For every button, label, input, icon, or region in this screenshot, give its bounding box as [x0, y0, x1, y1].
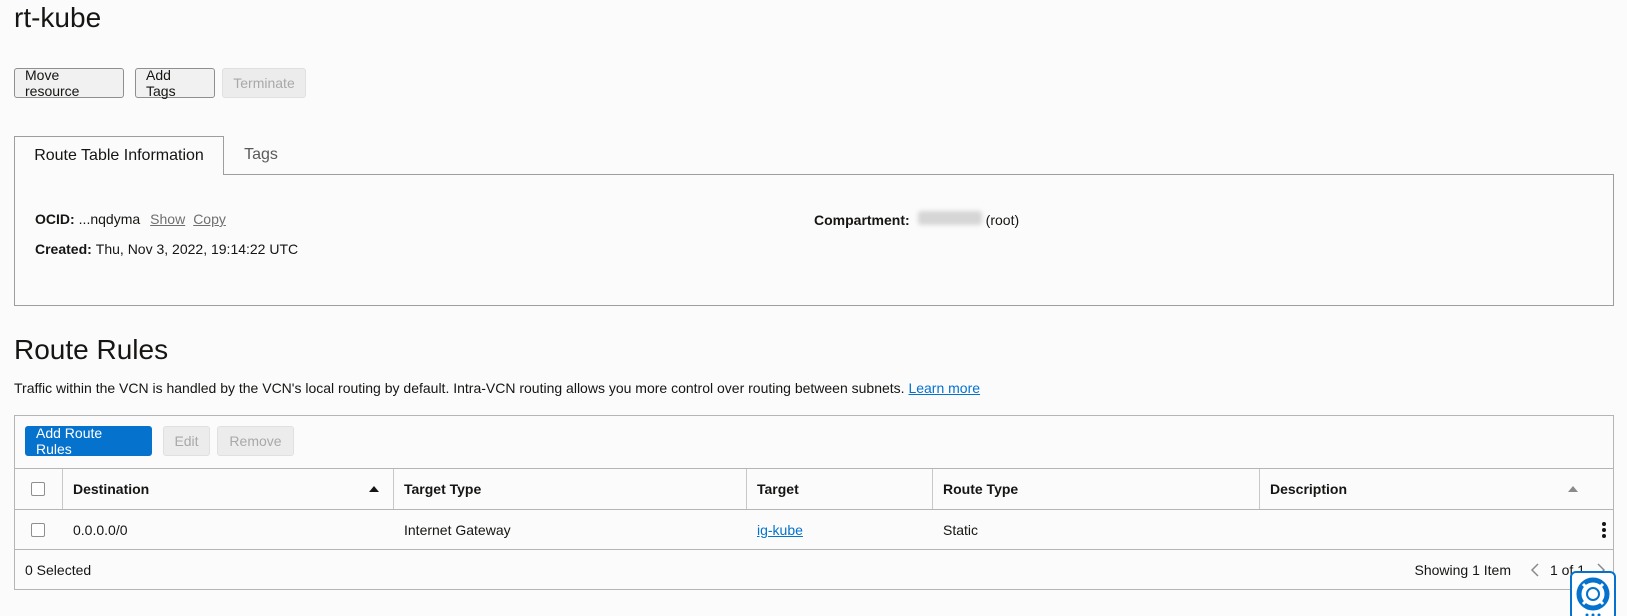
chevron-left-icon[interactable] — [1527, 562, 1543, 578]
table-footer: 0 Selected Showing 1 Item 1 of 1 — [15, 550, 1613, 590]
page-title: rt-kube — [14, 2, 102, 33]
tab-tags[interactable]: Tags — [226, 136, 296, 174]
compartment-label: Compartment: — [814, 212, 910, 228]
compartment-name-redacted — [917, 211, 982, 225]
select-all-checkbox[interactable] — [31, 482, 45, 496]
column-header-route-type[interactable]: Route Type — [933, 469, 1253, 509]
selected-count: 0 Selected — [25, 562, 92, 578]
column-header-destination[interactable]: Destination — [63, 469, 408, 509]
ocid-label: OCID: — [35, 211, 75, 227]
column-header-target[interactable]: Target — [747, 469, 927, 509]
move-resource-button[interactable]: Move resource — [14, 67, 124, 99]
sort-ascending-icon[interactable] — [1568, 486, 1578, 492]
help-lifebuoy-icon — [1576, 577, 1610, 616]
route-table-details-page: rt-kube Move resource Add Tags Terminate… — [0, 0, 1627, 616]
column-header-destination-label: Destination — [73, 481, 150, 497]
created-row: Created: Thu, Nov 3, 2022, 19:14:22 UTC — [35, 241, 298, 257]
cell-destination: 0.0.0.0/0 — [73, 522, 128, 538]
column-header-description[interactable]: Description — [1260, 469, 1560, 509]
add-route-rules-button[interactable]: Add Route Rules — [25, 425, 152, 457]
row-select-checkbox[interactable] — [31, 523, 45, 537]
kebab-menu-icon[interactable] — [1601, 522, 1607, 538]
showing-count: Showing 1 Item — [1414, 562, 1512, 578]
sort-ascending-icon[interactable] — [369, 486, 379, 492]
help-button[interactable] — [1570, 571, 1616, 616]
cell-target-type: Internet Gateway — [404, 522, 511, 538]
cell-description — [1260, 510, 1270, 550]
created-label: Created: — [35, 241, 92, 257]
route-rules-description: Traffic within the VCN is handled by the… — [14, 380, 980, 396]
tab-route-table-information[interactable]: Route Table Information — [14, 136, 224, 175]
route-rules-heading: Route Rules — [14, 334, 169, 365]
remove-button[interactable]: Remove — [217, 426, 294, 456]
target-link[interactable]: ig-kube — [757, 522, 803, 538]
edit-button[interactable]: Edit — [163, 426, 210, 456]
cell-target: ig-kube — [747, 510, 803, 550]
learn-more-link[interactable]: Learn more — [908, 380, 980, 396]
column-header-target-type[interactable]: Target Type — [394, 469, 739, 509]
add-tags-button[interactable]: Add Tags — [135, 67, 215, 99]
route-rules-table: Add Route Rules Edit Remove Destination … — [14, 415, 1614, 590]
table-toolbar: Add Route Rules Edit Remove — [15, 416, 1613, 468]
cell-route-type: Static — [943, 522, 979, 538]
compartment-suffix: (root) — [985, 212, 1020, 228]
show-ocid-link[interactable]: Show — [150, 211, 185, 227]
route-table-info-panel: OCID: ...nqdyma Show Copy Created: Thu, … — [14, 174, 1614, 306]
table-header: Destination Target Type Target Route Typ… — [15, 468, 1613, 510]
table-row[interactable]: 0.0.0.0/0 Internet Gateway ig-kube Stati… — [15, 510, 1613, 550]
copy-ocid-link[interactable]: Copy — [193, 211, 226, 227]
route-rules-description-text: Traffic within the VCN is handled by the… — [14, 380, 905, 396]
ocid-row: OCID: ...nqdyma Show Copy — [35, 211, 226, 227]
ocid-value: ...nqdyma — [78, 211, 141, 227]
created-value: Thu, Nov 3, 2022, 19:14:22 UTC — [95, 241, 299, 257]
compartment-row: Compartment: (root) — [814, 211, 1019, 228]
terminate-button[interactable]: Terminate — [222, 68, 306, 98]
